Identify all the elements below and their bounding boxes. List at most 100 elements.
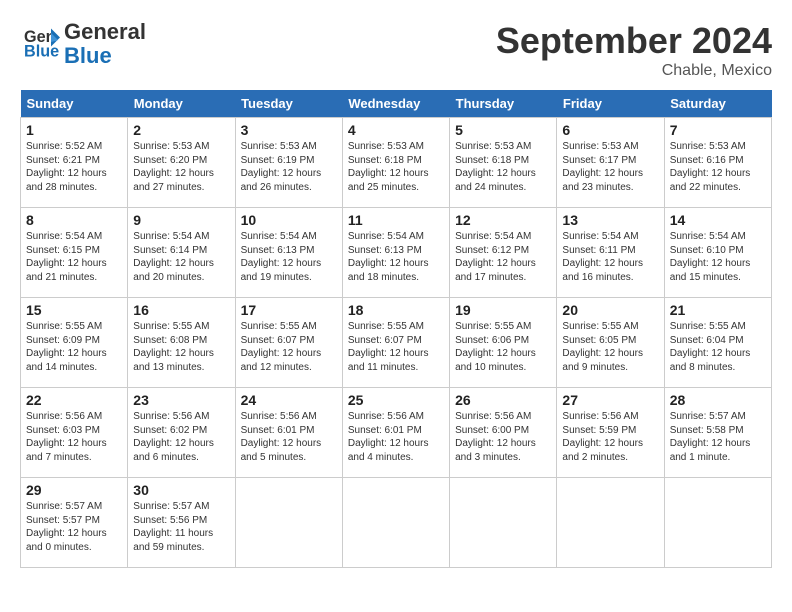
day-number: 27 — [562, 392, 658, 408]
day-cell: 22Sunrise: 5:56 AM Sunset: 6:03 PM Dayli… — [21, 388, 128, 478]
day-info: Sunrise: 5:57 AM Sunset: 5:56 PM Dayligh… — [133, 500, 229, 554]
day-info: Sunrise: 5:56 AM Sunset: 6:01 PM Dayligh… — [348, 410, 444, 464]
day-cell: 13 Sunrise: 5:54 AM Sunset: 6:11 PM Dayli… — [557, 208, 664, 298]
week-row-3: 15 Sunrise: 5:55 AM Sunset: 6:09 PM Dayli… — [21, 298, 772, 388]
day-cell: 1 Sunrise: 5:52 AM Sunset: 6:21 PM Daylig… — [21, 118, 128, 208]
day-cell: 26 Sunrise: 5:56 AM Sunset: 6:00 PM Dayli… — [450, 388, 557, 478]
day-cell: 4Sunrise: 5:53 AM Sunset: 6:18 PM Daylig… — [342, 118, 449, 208]
day-cell: 6Sunrise: 5:53 AM Sunset: 6:17 PM Daylig… — [557, 118, 664, 208]
day-number: 17 — [241, 302, 337, 318]
week-row-2: 8 Sunrise: 5:54 AM Sunset: 6:15 PM Daylig… — [21, 208, 772, 298]
day-cell: 29Sunrise: 5:57 AM Sunset: 5:57 PM Dayli… — [21, 478, 128, 568]
day-cell: 18 Sunrise: 5:55 AM Sunset: 6:07 PM Dayli… — [342, 298, 449, 388]
day-cell: 8 Sunrise: 5:54 AM Sunset: 6:15 PM Daylig… — [21, 208, 128, 298]
day-number: 23 — [133, 392, 229, 408]
day-cell: 7 Sunrise: 5:53 AM Sunset: 6:16 PM Daylig… — [664, 118, 771, 208]
day-number: 28 — [670, 392, 766, 408]
header-monday: Monday — [128, 90, 235, 118]
day-info: Sunrise: 5:55 AM Sunset: 6:07 PM Dayligh… — [241, 320, 337, 374]
day-info: Sunrise: 5:54 AM Sunset: 6:11 PM Dayligh… — [562, 230, 658, 284]
header-saturday: Saturday — [664, 90, 771, 118]
day-info: Sunrise: 5:53 AM Sunset: 6:18 PM Dayligh… — [455, 140, 551, 194]
day-cell: 9Sunrise: 5:54 AM Sunset: 6:14 PM Daylig… — [128, 208, 235, 298]
day-number: 11 — [348, 212, 444, 228]
calendar-header: SundayMondayTuesdayWednesdayThursdayFrid… — [21, 90, 772, 118]
calendar-table: SundayMondayTuesdayWednesdayThursdayFrid… — [20, 90, 772, 568]
day-number: 16 — [133, 302, 229, 318]
day-cell: 20Sunrise: 5:55 AM Sunset: 6:05 PM Dayli… — [557, 298, 664, 388]
day-number: 20 — [562, 302, 658, 318]
day-cell: 10 Sunrise: 5:54 AM Sunset: 6:13 PM Dayli… — [235, 208, 342, 298]
day-info: Sunrise: 5:54 AM Sunset: 6:14 PM Dayligh… — [133, 230, 229, 284]
header-sunday: Sunday — [21, 90, 128, 118]
day-info: Sunrise: 5:57 AM Sunset: 5:58 PM Dayligh… — [670, 410, 766, 464]
day-number: 7 — [670, 122, 766, 138]
day-number: 15 — [26, 302, 122, 318]
day-cell: 16Sunrise: 5:55 AM Sunset: 6:08 PM Dayli… — [128, 298, 235, 388]
day-cell: 28 Sunrise: 5:57 AM Sunset: 5:58 PM Dayli… — [664, 388, 771, 478]
day-cell — [235, 478, 342, 568]
title-area: September 2024 Chable, Mexico — [496, 20, 772, 80]
header-wednesday: Wednesday — [342, 90, 449, 118]
day-number: 6 — [562, 122, 658, 138]
day-cell: 27 Sunrise: 5:56 AM Sunset: 5:59 PM Dayli… — [557, 388, 664, 478]
day-cell: 24 Sunrise: 5:56 AM Sunset: 6:01 PM Dayli… — [235, 388, 342, 478]
day-number: 12 — [455, 212, 551, 228]
day-number: 3 — [241, 122, 337, 138]
day-number: 1 — [26, 122, 122, 138]
day-number: 25 — [348, 392, 444, 408]
week-row-1: 1 Sunrise: 5:52 AM Sunset: 6:21 PM Daylig… — [21, 118, 772, 208]
day-number: 26 — [455, 392, 551, 408]
day-number: 8 — [26, 212, 122, 228]
day-cell: 12 Sunrise: 5:54 AM Sunset: 6:12 PM Dayli… — [450, 208, 557, 298]
day-number: 13 — [562, 212, 658, 228]
logo-general: General — [64, 19, 146, 44]
day-number: 24 — [241, 392, 337, 408]
location: Chable, Mexico — [496, 62, 772, 80]
day-info: Sunrise: 5:52 AM Sunset: 6:21 PM Dayligh… — [26, 140, 122, 194]
day-info: Sunrise: 5:54 AM Sunset: 6:13 PM Dayligh… — [348, 230, 444, 284]
day-info: Sunrise: 5:56 AM Sunset: 5:59 PM Dayligh… — [562, 410, 658, 464]
day-cell: 11 Sunrise: 5:54 AM Sunset: 6:13 PM Dayli… — [342, 208, 449, 298]
day-cell — [664, 478, 771, 568]
day-cell: 14 Sunrise: 5:54 AM Sunset: 6:10 PM Dayli… — [664, 208, 771, 298]
day-cell: 5 Sunrise: 5:53 AM Sunset: 6:18 PM Daylig… — [450, 118, 557, 208]
day-cell — [342, 478, 449, 568]
day-info: Sunrise: 5:56 AM Sunset: 6:01 PM Dayligh… — [241, 410, 337, 464]
day-info: Sunrise: 5:55 AM Sunset: 6:09 PM Dayligh… — [26, 320, 122, 374]
day-info: Sunrise: 5:55 AM Sunset: 6:07 PM Dayligh… — [348, 320, 444, 374]
day-cell: 21Sunrise: 5:55 AM Sunset: 6:04 PM Dayli… — [664, 298, 771, 388]
day-number: 30 — [133, 482, 229, 498]
day-cell: 17 Sunrise: 5:55 AM Sunset: 6:07 PM Dayli… — [235, 298, 342, 388]
day-info: Sunrise: 5:56 AM Sunset: 6:00 PM Dayligh… — [455, 410, 551, 464]
day-info: Sunrise: 5:54 AM Sunset: 6:13 PM Dayligh… — [241, 230, 337, 284]
day-info: Sunrise: 5:53 AM Sunset: 6:16 PM Dayligh… — [670, 140, 766, 194]
day-info: Sunrise: 5:56 AM Sunset: 6:02 PM Dayligh… — [133, 410, 229, 464]
day-number: 22 — [26, 392, 122, 408]
day-info: Sunrise: 5:54 AM Sunset: 6:15 PM Dayligh… — [26, 230, 122, 284]
day-cell: 3Sunrise: 5:53 AM Sunset: 6:19 PM Daylig… — [235, 118, 342, 208]
day-cell: 19Sunrise: 5:55 AM Sunset: 6:06 PM Dayli… — [450, 298, 557, 388]
header-friday: Friday — [557, 90, 664, 118]
day-cell — [450, 478, 557, 568]
day-number: 2 — [133, 122, 229, 138]
logo: Gen Blue General Blue — [20, 20, 146, 68]
week-row-4: 22Sunrise: 5:56 AM Sunset: 6:03 PM Dayli… — [21, 388, 772, 478]
header-thursday: Thursday — [450, 90, 557, 118]
logo-icon: Gen Blue — [24, 24, 60, 60]
day-number: 5 — [455, 122, 551, 138]
day-number: 14 — [670, 212, 766, 228]
header-row: SundayMondayTuesdayWednesdayThursdayFrid… — [21, 90, 772, 118]
page-header: Gen Blue General Blue September 2024 Cha… — [20, 20, 772, 80]
day-info: Sunrise: 5:54 AM Sunset: 6:12 PM Dayligh… — [455, 230, 551, 284]
svg-text:Blue: Blue — [24, 42, 59, 60]
day-cell — [557, 478, 664, 568]
day-number: 18 — [348, 302, 444, 318]
day-number: 10 — [241, 212, 337, 228]
day-info: Sunrise: 5:54 AM Sunset: 6:10 PM Dayligh… — [670, 230, 766, 284]
day-cell: 23 Sunrise: 5:56 AM Sunset: 6:02 PM Dayli… — [128, 388, 235, 478]
day-number: 29 — [26, 482, 122, 498]
day-number: 21 — [670, 302, 766, 318]
day-info: Sunrise: 5:55 AM Sunset: 6:06 PM Dayligh… — [455, 320, 551, 374]
day-cell: 2Sunrise: 5:53 AM Sunset: 6:20 PM Daylig… — [128, 118, 235, 208]
